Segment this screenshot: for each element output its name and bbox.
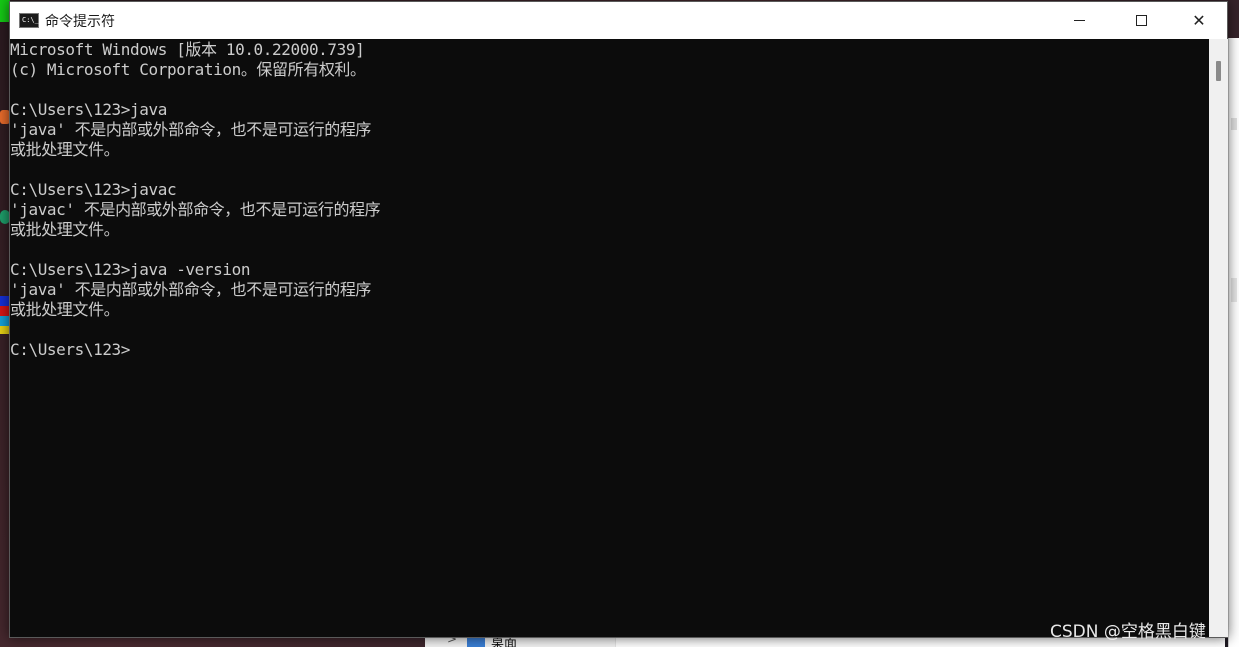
console-line: 或批处理文件。: [10, 140, 120, 159]
maximize-button[interactable]: [1112, 2, 1170, 39]
console-line: Microsoft Windows [版本 10.0.22000.739]: [10, 40, 365, 59]
maximize-icon: [1135, 15, 1147, 26]
console-line: 'javac' 不是内部或外部命令，也不是可运行的程序: [10, 200, 381, 219]
scrollbar-thumb[interactable]: [1216, 61, 1221, 81]
console-line: 或批处理文件。: [10, 300, 120, 319]
console-line: C:\Users\123>javac: [10, 180, 177, 199]
vertical-scrollbar[interactable]: [1209, 39, 1228, 637]
console-line: C:\Users\123>: [10, 340, 131, 359]
close-icon: ✕: [1192, 11, 1206, 30]
background-window-edge: [1228, 38, 1239, 647]
console-line: (c) Microsoft Corporation。保留所有权利。: [10, 60, 366, 79]
window-title: 命令提示符: [45, 14, 115, 30]
console-line: 'java' 不是内部或外部命令，也不是可运行的程序: [10, 120, 372, 139]
console-line: 或批处理文件。: [10, 220, 120, 239]
close-button[interactable]: ✕: [1170, 2, 1228, 39]
console-line: C:\Users\123>java: [10, 100, 167, 119]
cmd-icon[interactable]: C:\_: [19, 13, 39, 28]
console-line: 'java' 不是内部或外部命令，也不是可运行的程序: [10, 280, 372, 299]
console-output[interactable]: Microsoft Windows [版本 10.0.22000.739] (c)…: [10, 39, 1209, 637]
watermark: CSDN @空格黑白键: [1050, 622, 1206, 642]
minimize-button[interactable]: [1050, 2, 1108, 39]
title-bar[interactable]: C:\_ 命令提示符 ✕: [10, 2, 1227, 39]
minimize-icon: [1073, 20, 1085, 21]
command-prompt-window: C:\_ 命令提示符 ✕ Microsoft Windows [版本 10.0.…: [9, 1, 1228, 638]
console-line: C:\Users\123>java -version: [10, 260, 251, 279]
